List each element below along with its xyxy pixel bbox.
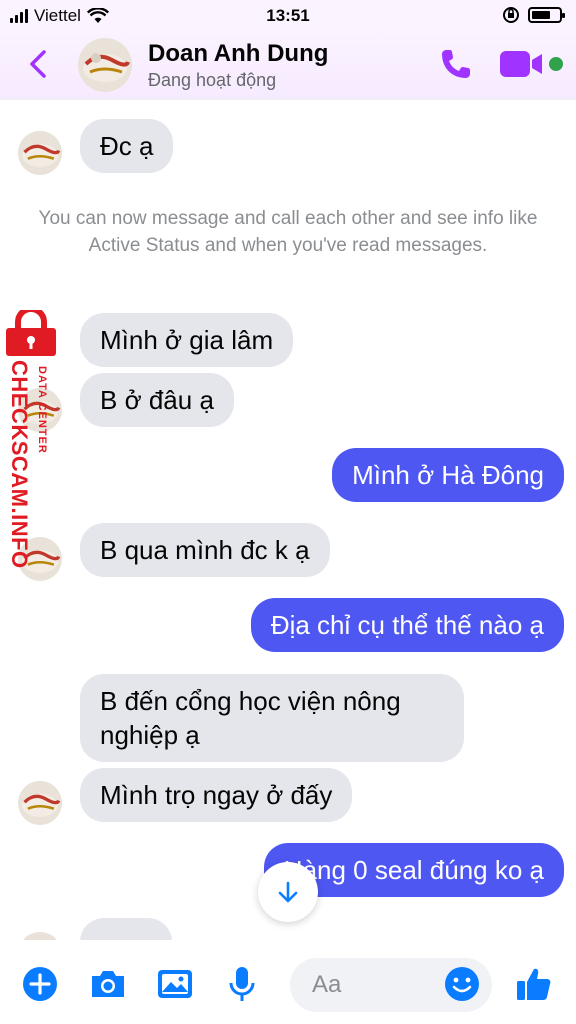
orientation-lock-icon	[503, 7, 519, 23]
gallery-icon[interactable]	[155, 964, 195, 1004]
clock: 13:51	[266, 6, 310, 25]
contact-message-avatar[interactable]	[18, 131, 62, 175]
presence-status: Đang hoạt động	[148, 70, 277, 90]
watermark-brand: CHECKSCAM.INFO	[7, 360, 32, 569]
scroll-to-bottom-button[interactable]	[258, 862, 318, 922]
message-bubble-incoming[interactable]: B đến cổng học viện nông nghiệp ạ	[80, 674, 464, 762]
camera-icon[interactable]	[88, 964, 128, 1004]
plus-icon[interactable]	[20, 964, 60, 1004]
watermark-tagline: DATA CENTER	[36, 366, 48, 454]
contact-avatar[interactable]	[78, 38, 132, 92]
padlock-icon	[6, 310, 56, 356]
battery-icon	[528, 7, 565, 23]
contact-name[interactable]: Doan Anh Dung	[148, 40, 328, 68]
thumbs-up-icon[interactable]	[514, 964, 554, 1004]
message-bubble-outgoing[interactable]: Mình ở Hà Đông	[332, 448, 564, 502]
emoji-icon[interactable]	[442, 964, 482, 1004]
conversation-header: Doan Anh Dung Đang hoạt động	[0, 32, 576, 100]
video-call-icon[interactable]	[500, 50, 546, 78]
message-bubble-incoming[interactable]: B ở đâu ạ	[80, 373, 234, 427]
message-bubble-incoming[interactable]: Đc ạ	[80, 119, 174, 173]
microphone-icon[interactable]	[222, 964, 262, 1004]
message-bubble-incoming[interactable]: Mình ở gia lâm	[80, 313, 294, 367]
online-indicator	[549, 57, 563, 71]
message-composer	[0, 940, 576, 1024]
message-bubble-incoming[interactable]: Mình trọ ngay ở đấy	[80, 768, 353, 822]
status-bar: Viettel 13:51	[0, 0, 576, 32]
status-right	[502, 6, 565, 24]
contact-message-avatar[interactable]	[18, 781, 62, 825]
message-input[interactable]	[312, 958, 432, 1012]
back-arrow-icon[interactable]	[22, 46, 54, 82]
message-bubble-outgoing[interactable]: Địa chỉ cụ thể thế nào ạ	[250, 598, 564, 652]
message-bubble-incoming[interactable]: B qua mình đc k ạ	[80, 523, 330, 577]
system-notice: You can now message and call each other …	[38, 208, 538, 256]
arrow-down-icon	[278, 881, 298, 903]
phone-icon[interactable]	[438, 46, 474, 82]
